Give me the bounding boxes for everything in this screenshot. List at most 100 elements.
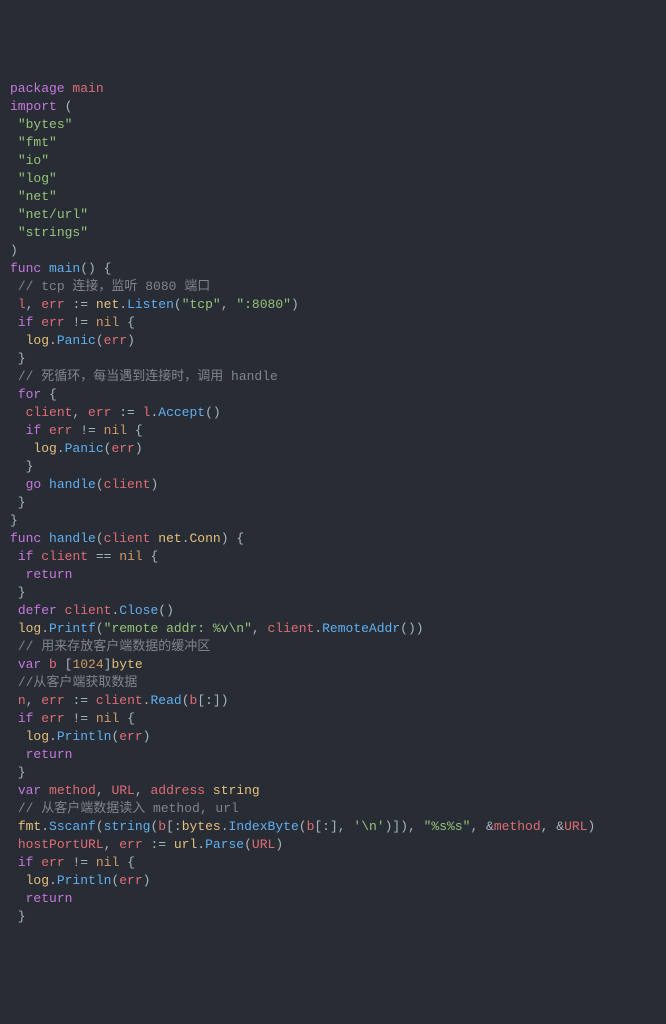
token-plain: . [49,873,57,888]
token-plain: != [65,855,96,870]
token-plain: . [182,531,190,546]
code-line: if err != nil { [10,854,656,872]
code-line: //从客户端获取数据 [10,674,656,692]
code-line: // 从客户端数据读入 method, url [10,800,656,818]
token-plain: ( [96,531,104,546]
token-plain: () { [80,261,111,276]
token-id: client [96,693,143,708]
token-fn: Close [119,603,158,618]
token-id: err [41,297,64,312]
token-ty: string [213,783,260,798]
token-plain [10,387,18,402]
token-plain [10,315,18,330]
code-line: var b [1024]byte [10,656,656,674]
token-pkg: bytes [182,819,221,834]
token-plain [10,225,18,240]
token-plain: } [10,351,26,366]
code-line: "net" [10,188,656,206]
token-str: "strings" [18,225,88,240]
token-plain: { [119,855,135,870]
token-plain [10,135,18,150]
token-plain: , [135,783,151,798]
token-plain: ) [275,837,283,852]
token-plain: [ [57,657,73,672]
token-id: method [49,783,96,798]
token-str: "remote addr: %v\n" [104,621,252,636]
token-id: URL [111,783,134,798]
token-plain [10,603,18,618]
token-plain: . [119,297,127,312]
code-line: go handle(client) [10,476,656,494]
token-plain [10,873,26,888]
token-plain: ) [127,333,135,348]
code-line: log.Panic(err) [10,440,656,458]
token-fn: Println [57,873,112,888]
token-id: client [41,549,88,564]
code-line: // 死循环，每当遇到连接时，调用 handle [10,368,656,386]
token-plain [41,657,49,672]
token-id: l [18,297,26,312]
token-num: nil [96,855,119,870]
token-plain: . [197,837,205,852]
code-line: ) [10,242,656,260]
token-str: "tcp" [182,297,221,312]
token-plain [10,549,18,564]
token-id: err [49,423,72,438]
code-line: if client == nil { [10,548,656,566]
token-plain [10,729,26,744]
code-line: n, err := client.Read(b[:]) [10,692,656,710]
token-id: hostPortURL [18,837,104,852]
token-kw: if [18,855,34,870]
token-plain: := [65,297,96,312]
token-kw: var [18,783,41,798]
token-fn: Printf [49,621,96,636]
code-line: } [10,908,656,926]
token-id: URL [252,837,275,852]
token-plain [10,279,18,294]
token-kw: if [18,315,34,330]
code-line: hostPortURL, err := url.Parse(URL) [10,836,656,854]
token-plain [10,621,18,636]
code-line: package main [10,80,656,98]
token-pkg: log [33,441,56,456]
token-plain [10,675,18,690]
token-plain: , [221,297,237,312]
code-line: "fmt" [10,134,656,152]
code-line: log.Println(err) [10,728,656,746]
token-plain: ) { [221,531,244,546]
code-line: if err != nil { [10,422,656,440]
token-pkg: log [18,621,41,636]
code-line: for { [10,386,656,404]
token-plain: , [96,783,112,798]
token-fn: Listen [127,297,174,312]
code-line: return [10,566,656,584]
token-id: err [119,729,142,744]
token-id: err [41,693,64,708]
code-line: var method, URL, address string [10,782,656,800]
token-fn: Accept [158,405,205,420]
token-plain: , & [470,819,493,834]
token-plain: , & [541,819,564,834]
token-num: 1024 [72,657,103,672]
token-kw: if [26,423,42,438]
code-line: } [10,458,656,476]
token-plain [10,891,26,906]
token-id: address [150,783,205,798]
code-block: package mainimport ( "bytes" "fmt" "io" … [10,80,656,926]
token-plain [41,423,49,438]
token-plain [10,297,18,312]
token-id: client [104,477,151,492]
token-plain: != [72,423,103,438]
token-cmt: // 用来存放客户端数据的缓冲区 [18,639,210,654]
code-line: func handle(client net.Conn) { [10,530,656,548]
token-str: "net" [18,189,57,204]
code-line: "io" [10,152,656,170]
token-plain [10,801,18,816]
token-plain [10,423,26,438]
code-line: "log" [10,170,656,188]
token-plain: } [10,459,33,474]
code-line: func main() { [10,260,656,278]
token-plain [10,711,18,726]
token-num: nil [104,423,127,438]
token-plain: . [314,621,322,636]
